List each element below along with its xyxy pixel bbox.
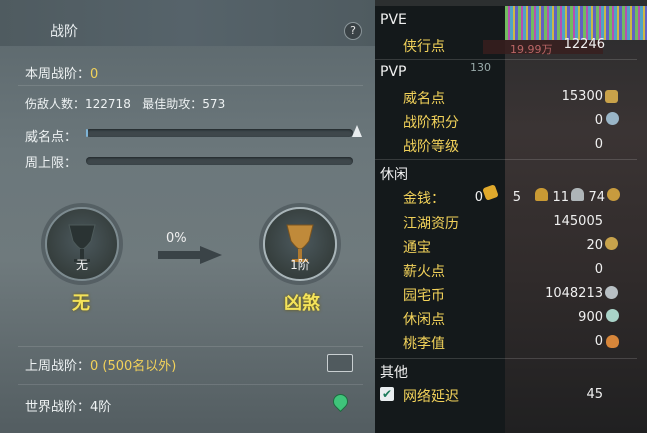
section-leisure: 休闲 bbox=[380, 167, 408, 183]
rank-panel: 战阶 ? 本周战阶：0 伤敌人数：122718 最佳助攻：573 威名点： 周上… bbox=[0, 0, 375, 433]
rank-score-label: 战阶积分 bbox=[403, 115, 459, 131]
coin-icon bbox=[607, 188, 620, 201]
money-label: 金钱： bbox=[403, 191, 445, 207]
tab-rank[interactable]: 战阶 bbox=[50, 21, 78, 41]
section-pve: PVE bbox=[380, 12, 407, 28]
prestige-points-value: 15300 bbox=[561, 89, 603, 104]
yuanzhai-value: 1048213 bbox=[545, 286, 603, 301]
arrow-right-icon bbox=[158, 246, 222, 264]
reward-chest-icon[interactable] bbox=[327, 354, 353, 372]
xiaxing-value: 12246 bbox=[563, 37, 605, 52]
latency-label: 网络延迟 bbox=[403, 389, 459, 405]
current-rank-level: 无 bbox=[75, 258, 88, 272]
best-assist-value: 573 bbox=[202, 97, 226, 111]
leisure-points-label: 休闲点 bbox=[403, 312, 445, 328]
location-pin-icon[interactable] bbox=[329, 390, 352, 413]
stats-row: 伤敌人数：122718 最佳助攻：573 bbox=[25, 95, 225, 112]
leisure-icon bbox=[606, 309, 619, 322]
last-week-row: 上周战阶：0 (500名以外) bbox=[25, 355, 176, 374]
section-other: 其他 bbox=[380, 365, 408, 381]
latency-value: 45 bbox=[586, 387, 603, 402]
divider bbox=[375, 358, 637, 359]
divider bbox=[18, 384, 363, 385]
money-silver-value: 5 bbox=[512, 190, 521, 205]
weekly-rank-value: 0 bbox=[90, 67, 99, 82]
weekly-cap-bar bbox=[86, 157, 353, 165]
rank-score-value: 0 bbox=[594, 113, 603, 128]
next-rank-emblem: 1阶 bbox=[263, 207, 337, 281]
section-pvp: PVP bbox=[380, 64, 407, 80]
yuanzhai-label: 园宅币 bbox=[403, 288, 445, 304]
currency-panel: 19.99万 130 PVE 侠行点 12246 PVP 威名点 15300 战… bbox=[375, 0, 647, 433]
tongbao-label: 通宝 bbox=[403, 240, 431, 256]
money-copper2-value: 74 bbox=[588, 190, 605, 205]
next-rank-name: 凶煞 bbox=[284, 293, 320, 314]
xinhuo-value: 0 bbox=[594, 262, 603, 277]
current-rank-emblem: 无 bbox=[45, 207, 119, 281]
best-assist-label: 最佳助攻： bbox=[142, 97, 203, 111]
prestige-label: 威名点： bbox=[25, 130, 78, 145]
last-week-label: 上周战阶： bbox=[25, 359, 91, 374]
taoli-value: 0 bbox=[594, 334, 603, 349]
tongbao-value: 20 bbox=[586, 238, 603, 253]
colored-status-strip bbox=[505, 6, 647, 40]
next-rank-level: 1阶 bbox=[290, 258, 310, 272]
world-rank-label: 世界战阶： bbox=[25, 400, 91, 415]
latency-checkbox[interactable]: ✔ bbox=[380, 387, 394, 401]
wounded-value: 122718 bbox=[85, 97, 131, 111]
divider bbox=[375, 159, 637, 160]
help-icon[interactable]: ? bbox=[344, 22, 362, 40]
weekly-rank-row: 本周战阶：0 bbox=[25, 63, 98, 82]
jianghu-label: 江湖资历 bbox=[403, 216, 459, 232]
last-week-value: 0 (500名以外) bbox=[90, 359, 177, 374]
prestige-icon bbox=[605, 90, 618, 103]
leisure-points-value: 900 bbox=[578, 310, 603, 325]
rank-progress-pct: 0% bbox=[166, 231, 187, 246]
garden-coin-icon bbox=[605, 286, 618, 299]
rank-level-value: 0 bbox=[594, 137, 603, 152]
divider bbox=[18, 346, 363, 347]
prestige-bar bbox=[86, 129, 353, 137]
weekly-cap-label: 周上限： bbox=[25, 156, 78, 171]
divider bbox=[375, 59, 637, 60]
rank-score-icon bbox=[606, 112, 619, 125]
xinhuo-label: 薪火点 bbox=[403, 264, 445, 280]
current-rank-name: 无 bbox=[72, 293, 90, 314]
rank-level-label: 战阶等级 bbox=[403, 139, 459, 155]
taoli-label: 桃李值 bbox=[403, 336, 445, 352]
divider bbox=[18, 85, 363, 86]
money-copper1-value: 11 bbox=[552, 190, 569, 205]
peach-icon bbox=[606, 335, 619, 348]
tongbao-coin-icon bbox=[605, 237, 618, 250]
xiaxing-label: 侠行点 bbox=[403, 39, 445, 55]
jianghu-value: 145005 bbox=[553, 214, 603, 229]
wounded-label: 伤敌人数： bbox=[25, 97, 86, 111]
level-text: 130 bbox=[470, 61, 491, 74]
prestige-bar-fill bbox=[86, 129, 88, 137]
world-rank-value: 4阶 bbox=[90, 400, 112, 415]
weekly-rank-label: 本周战阶： bbox=[25, 67, 91, 82]
world-rank-row: 世界战阶：4阶 bbox=[25, 396, 111, 415]
money-gold-value: 0 bbox=[474, 190, 483, 205]
prestige-points-label: 威名点 bbox=[403, 91, 445, 107]
cap-marker-icon bbox=[352, 125, 362, 137]
